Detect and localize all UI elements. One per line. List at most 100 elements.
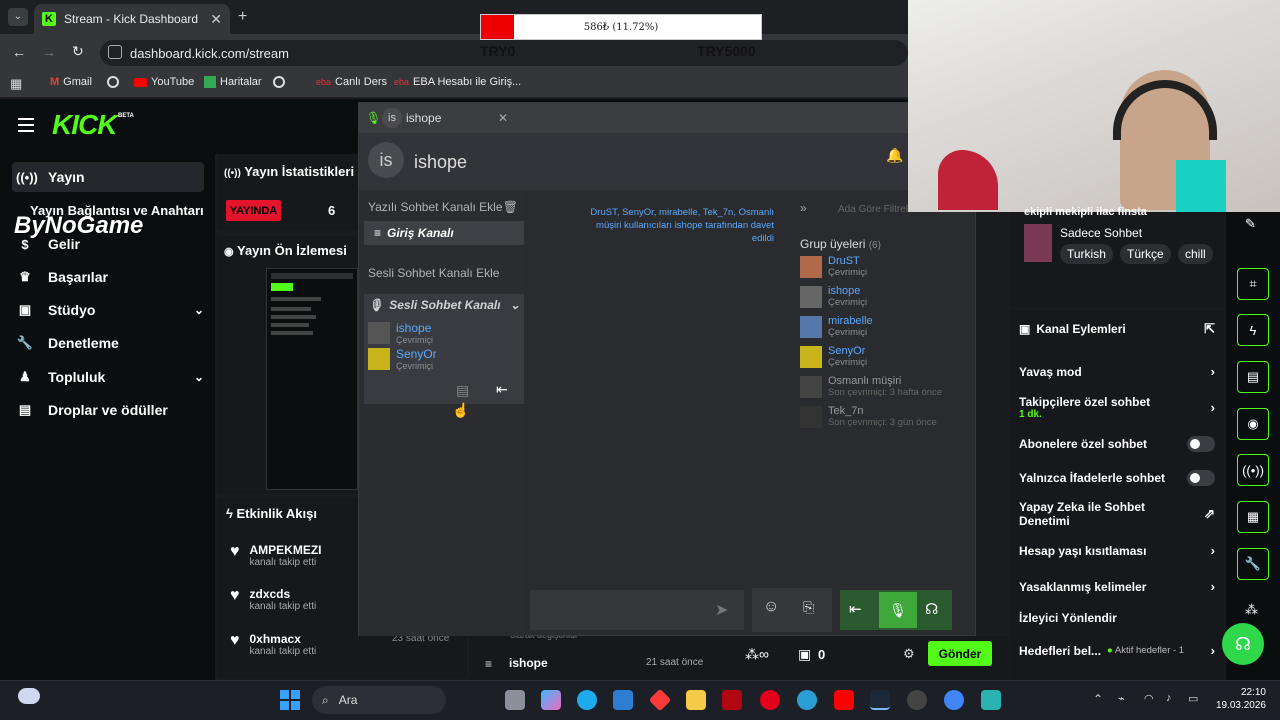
action-banned-words[interactable]: Yasaklanmış kelimeler › [1019,579,1215,594]
tab-list-icon[interactable]: ⌄ [8,8,28,26]
notes-icon[interactable]: ▤ [1237,361,1269,393]
text-channel-item[interactable]: ≡ Giriş Kanalı [364,221,524,245]
wrench-icon[interactable]: 🔧 [1237,548,1269,580]
bookmark-gmail[interactable]: M Gmail [50,76,92,88]
points-icon[interactable]: ⁂∞ [745,646,769,663]
action-followers-only[interactable]: Takipçilere özel sohbet 1 dk. › [1019,395,1215,420]
tag[interactable]: Türkçe [1120,244,1171,264]
new-tab-icon[interactable]: + [238,8,247,26]
reload-icon[interactable]: ↻ [72,43,84,60]
action-ai-moderation[interactable]: Yapay Zeka ile Sohbet Denetimi ⇗ [1019,500,1215,528]
action-subscribers-only[interactable]: Abonelere özel sohbet [1019,436,1215,452]
action-account-age[interactable]: Hesap yaşı kısıtlaması › [1019,543,1215,558]
connection-title[interactable]: Yayın Bağlantısı ve Anahtarı [30,203,204,218]
youtube-icon[interactable] [834,690,854,710]
globe-icon[interactable] [107,76,119,88]
member-item[interactable]: Osmanlı müşiri Son çevrimiçi: 3 hafta önc… [800,375,942,398]
nav-denetleme[interactable]: 🔧 Denetleme [12,328,204,358]
add-text-channel[interactable]: Yazılı Sohbet Kanalı Ekle 🗑 [368,200,518,214]
member-item[interactable]: Tek_7n Son çevrimiçi: 3 gün önce [800,405,937,428]
add-voice-channel[interactable]: Sesli Sohbet Kanalı Ekle [368,266,499,280]
taskbar-search[interactable]: ⌕ Ara [312,686,446,714]
bookmark-maps[interactable]: Haritalar [204,76,262,88]
tag[interactable]: chill [1178,244,1213,264]
support-chat-icon[interactable]: ☊ [1222,623,1264,665]
chevron-down-icon[interactable]: ⌄ [510,298,520,312]
globe-icon[interactable] [273,76,285,88]
store-icon[interactable] [613,690,633,710]
action-emote-only[interactable]: Yalnızca İfadelerle sohbet [1019,470,1215,486]
window-tab-title[interactable]: ishope [406,111,441,125]
gift-icon[interactable]: ▣ [798,646,811,663]
broadcast-icon[interactable]: ((•)) [1237,454,1269,486]
netflix-icon[interactable] [722,690,742,710]
voice-member[interactable]: ishope Çevrimiçi [368,321,433,345]
layout-icon[interactable]: ▦ [1237,501,1269,533]
leave-voice-icon[interactable]: ⇤ [849,600,862,618]
action-raid[interactable]: İzleyici Yönlendir [1019,611,1215,625]
chrome-alt-icon[interactable] [797,690,817,710]
chat-user[interactable]: ishope [509,656,548,670]
emoji-icon[interactable]: ☺ [763,598,779,616]
member-item[interactable]: SenyOr Çevrimiçi [800,345,867,368]
bookmark-canli-ders[interactable]: eba Canlı Ders [316,76,387,88]
nav-topluluk[interactable]: ♟ Topluluk ⌄ [12,362,204,392]
emote-only-toggle[interactable] [1187,470,1215,486]
nodes-icon[interactable]: ⁂ [1245,602,1258,618]
member-item[interactable]: ishope Çevrimiçi [800,285,867,308]
popout-icon[interactable]: ⇱ [1204,321,1215,337]
browser-tab[interactable]: K Stream - Kick Dashboard ✕ [34,4,230,34]
clip-icon[interactable]: ⌗ [1237,268,1269,300]
paperclip-icon[interactable]: ⎘ [803,599,814,616]
nav-yayin[interactable]: ((•)) Yayın [12,162,204,192]
category-name[interactable]: Sadece Sohbet [1060,226,1142,240]
voice-member[interactable]: SenyOr Çevrimiçi [368,347,437,371]
send-button[interactable]: Gönder [928,641,992,666]
message-input[interactable] [530,590,744,630]
steam-icon[interactable] [870,690,890,710]
clock[interactable]: 22:10 19.03.2026 [1210,686,1266,712]
member-item[interactable]: DruST Çevrimiçi [800,255,867,278]
kick-logo[interactable]: KICK [52,109,117,141]
nav-basarilar[interactable]: ♛ Başarılar [12,262,204,292]
windows-start-icon[interactable] [280,690,300,710]
task-view-icon[interactable] [505,690,525,710]
forward-icon[interactable]: → [42,44,56,60]
mic-toggle-icon[interactable]: 🎙 [879,592,917,628]
send-arrow-icon[interactable]: ➤ [715,600,728,620]
subscribers-only-toggle[interactable] [1187,436,1215,452]
copilot-icon[interactable] [541,690,561,710]
site-info-icon[interactable] [108,45,122,59]
obs-icon[interactable] [907,690,927,710]
soundboard-icon[interactable]: ▤ [456,382,469,399]
speaker-icon[interactable]: ♪ [1166,692,1172,704]
trash-icon[interactable]: 🗑 [503,200,518,214]
collapse-members-icon[interactable]: » [800,201,807,215]
weather-widget-icon[interactable] [18,688,40,704]
opera-icon[interactable] [760,690,780,710]
close-tab-icon[interactable]: ✕ [210,11,222,28]
voice-channel-item[interactable]: 🎙 Sesli Sohbet Kanalı ⌄ [368,298,520,312]
network-icon[interactable]: ⌁ [1118,692,1125,705]
bolt-icon[interactable]: ϟ [1237,314,1269,346]
file-explorer-icon[interactable] [686,690,706,710]
wifi-icon[interactable]: ◠ [1144,692,1154,705]
member-item[interactable]: mirabelle Çevrimiçi [800,315,873,338]
action-slow-mode[interactable]: Yavaş mod › [1019,364,1215,379]
close-icon[interactable]: ✕ [498,111,508,125]
tray-chevron-up-icon[interactable]: ⌃ [1093,692,1103,706]
battery-icon[interactable]: ▭ [1188,692,1198,705]
bookmark-eba[interactable]: eba EBA Hesabı ile Giriş... [394,76,521,88]
nav-studyo[interactable]: ▣ Stüdyo ⌄ [12,295,204,325]
chrome-icon[interactable] [944,690,964,710]
settings-gear-icon[interactable]: ⚙ [903,646,915,662]
edge-icon[interactable] [577,690,597,710]
app-gear-icon[interactable] [981,690,1001,710]
menu-icon[interactable] [18,118,34,132]
nav-droplar[interactable]: ▤ Droplar ve ödüller [12,395,204,425]
headphones-icon[interactable]: ☊ [925,600,938,618]
bookmark-youtube[interactable]: YouTube [134,76,194,88]
bell-icon[interactable]: 🔔 [886,147,903,164]
chat-bubble-icon[interactable]: ◉ [1237,408,1269,440]
tag[interactable]: Turkish [1060,244,1113,264]
